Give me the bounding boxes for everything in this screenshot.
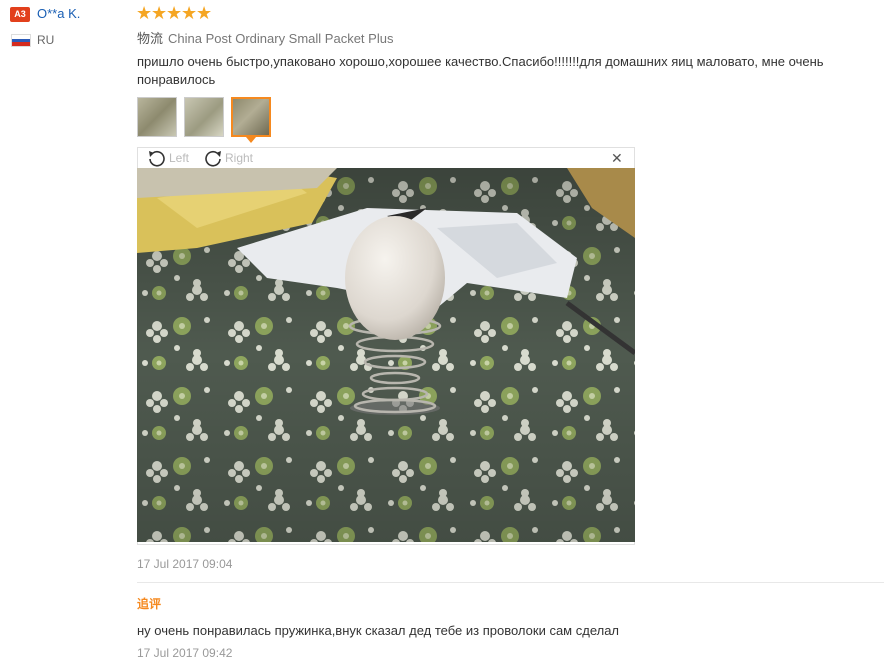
star-icon: ★ [181,3,198,23]
rotate-right-icon [205,150,221,167]
selected-thumbnail-indicator [246,137,256,143]
rotate-right-label: Right [225,151,254,165]
star-icon: ★ [196,3,213,23]
rotate-left-button[interactable]: Left [147,148,189,168]
reviewer-country: RU [37,33,55,47]
reviewer-name[interactable]: O**a K. [37,6,80,21]
rotate-right-button[interactable]: Right [203,148,253,168]
star-icon: ★ [151,3,168,23]
logistics-info: 物流 China Post Ordinary Small Packet Plus [137,28,393,47]
logistics-label: 物流 [137,31,164,46]
star-icon: ★ [166,3,183,23]
photo-thumbnail[interactable] [137,97,177,137]
rotate-left-icon [149,150,165,167]
review-photo [137,168,635,542]
reviewer-level-badge: A3 [10,7,30,22]
followup-text: ну очень понравилась пружинка,внук сказа… [137,623,620,638]
country-flag-icon [11,34,31,47]
star-rating: ★★★★★ [136,3,213,24]
close-icon[interactable]: ✕ [611,151,623,165]
review-text: пришло очень быстро,упаковано хорошо,хор… [137,54,824,87]
review-date: 17 Jul 2017 09:04 [137,557,233,571]
star-icon: ★ [136,3,153,23]
followup-label: 追评 [137,597,162,611]
photo-thumbnail[interactable] [184,97,224,137]
followup-date: 17 Jul 2017 09:42 [137,646,233,660]
photo-thumbnail-selected[interactable] [231,97,271,137]
divider [137,582,884,583]
logistics-value: China Post Ordinary Small Packet Plus [168,31,394,46]
rotate-left-label: Left [169,151,190,165]
